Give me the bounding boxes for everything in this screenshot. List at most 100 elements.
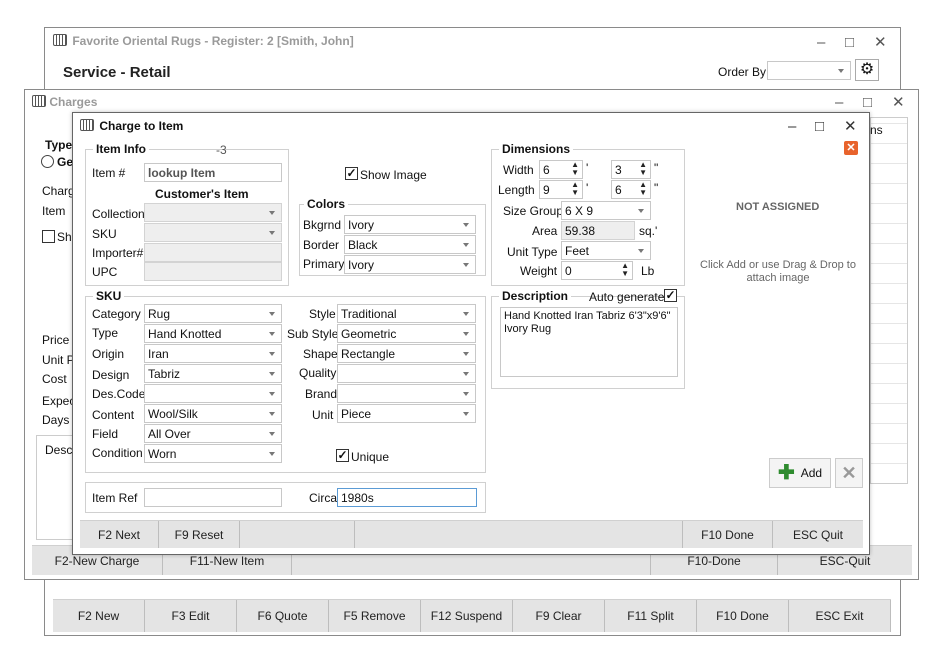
des-code-select[interactable] [144, 384, 282, 403]
show-image-checkbox[interactable]: ✓ [345, 167, 358, 180]
main-footer: F2 New F3 Edit F6 Quote F5 Remove F12 Su… [53, 599, 891, 632]
remove-image-icon[interactable]: ✕ [844, 141, 858, 155]
charges-title-bar: Charges [32, 95, 97, 109]
border-label: Border [303, 238, 340, 252]
minimize-icon[interactable]: – [817, 35, 825, 50]
bkgrnd-select[interactable]: Ivory [344, 215, 476, 234]
image-hint: Click Add or use Drag & Drop to attach i… [700, 259, 856, 284]
category-select[interactable]: Rug [144, 304, 282, 323]
size-group-select[interactable]: 6 X 9 [561, 201, 651, 220]
dialog-close-icon[interactable]: ✕ [844, 119, 857, 134]
f2-new-button[interactable]: F2 New [53, 600, 145, 632]
grid-header-fragment: ns [870, 123, 883, 137]
delete-image-button[interactable]: ✕ [835, 458, 863, 488]
shape-select[interactable]: Rectangle [337, 344, 476, 363]
width-feet-spinner-icon[interactable]: ▲ ▼ [571, 161, 579, 177]
dialog-title-bar: Charge to Item [80, 119, 183, 133]
f5-remove-button[interactable]: F5 Remove [329, 600, 421, 632]
type-radio[interactable] [41, 155, 54, 168]
page-title: Service - Retail [63, 64, 171, 81]
f12-suspend-button[interactable]: F12 Suspend [421, 600, 513, 632]
esc-exit-button[interactable]: ESC Exit [789, 600, 891, 632]
upc-label: UPC [92, 265, 118, 279]
brand-select[interactable] [337, 384, 476, 403]
sub-style-select[interactable]: Geometric [337, 324, 476, 343]
item-ref-label: Item Ref [92, 491, 138, 505]
width-inches-spinner-icon[interactable]: ▲ ▼ [639, 161, 647, 177]
item-no-input[interactable]: lookup Item [144, 163, 282, 182]
cost-label: Cost [42, 372, 67, 386]
charge-to-item-dialog: Charge to Item – □ ✕ Item Info -3 Item #… [72, 112, 870, 555]
type-label: Type [92, 326, 119, 340]
sku-header: SKU [93, 289, 125, 303]
quality-select[interactable] [337, 364, 476, 383]
close-icon[interactable]: ✕ [874, 35, 887, 50]
brand-label: Brand [305, 387, 338, 401]
auto-generate-label: Auto generate [589, 290, 665, 304]
item-ref-input[interactable] [144, 488, 282, 507]
dialog-maximize-icon[interactable]: □ [815, 119, 824, 134]
primary-select[interactable]: Ivory [344, 255, 476, 274]
width-inches-value: 3 [615, 163, 622, 177]
des-code-label: Des.Code [92, 387, 146, 401]
width-feet-input[interactable]: 6 ▲ ▼ [539, 160, 583, 179]
length-inches-spinner-icon[interactable]: ▲ ▼ [639, 181, 647, 197]
unit-label: Unit [312, 408, 334, 422]
description-textarea[interactable]: Hand Knotted Iran Tabriz 6'3"x9'6" Ivory… [500, 307, 678, 377]
settings-gear-icon[interactable]: ⚙ [855, 59, 879, 81]
unit-type-select[interactable]: Feet [561, 241, 651, 260]
collection-select[interactable] [144, 203, 282, 222]
dialog-footer-spacer-2 [355, 521, 683, 548]
f3-edit-button[interactable]: F3 Edit [145, 600, 237, 632]
f2-next-button[interactable]: F2 Next [80, 521, 159, 548]
f11-split-button[interactable]: F11 Split [605, 600, 697, 632]
esc-quit-dialog-button[interactable]: ESC Quit [773, 521, 863, 548]
design-label: Design [92, 368, 130, 382]
charges-close-icon[interactable]: ✕ [892, 95, 905, 110]
field-select[interactable]: All Over [144, 424, 282, 443]
add-label: Add [800, 466, 823, 480]
sku-select[interactable] [144, 223, 282, 242]
length-feet-value: 9 [543, 183, 550, 197]
weight-spinner-icon[interactable]: ▲ ▼ [621, 262, 629, 278]
length-ft-mark: ' [586, 181, 589, 195]
length-inches-input[interactable]: 6 ▲ ▼ [611, 180, 651, 199]
show-checkbox[interactable] [42, 230, 55, 243]
type-label: Type [45, 138, 73, 152]
order-by-select[interactable] [767, 61, 851, 80]
design-select[interactable]: Tabriz [144, 364, 282, 383]
add-image-button[interactable]: ✚ Add [769, 458, 831, 488]
auto-generate-checkbox[interactable]: ✓ [664, 289, 677, 302]
maximize-icon[interactable]: □ [845, 35, 854, 50]
unique-label: Unique [351, 450, 390, 464]
quality-label: Quality [299, 366, 337, 380]
type-select[interactable]: Hand Knotted [144, 324, 282, 343]
order-by-label: Order By [718, 65, 767, 79]
charges-minimize-icon[interactable]: – [835, 95, 843, 110]
width-inches-input[interactable]: 3 ▲ ▼ [611, 160, 651, 179]
f10-done-dialog-button[interactable]: F10 Done [683, 521, 773, 548]
origin-select[interactable]: Iran [144, 344, 282, 363]
f10-done-button[interactable]: F10 Done [697, 600, 789, 632]
f6-quote-button[interactable]: F6 Quote [237, 600, 329, 632]
f9-clear-button[interactable]: F9 Clear [513, 600, 605, 632]
circa-input[interactable]: 1980s [337, 488, 477, 507]
unique-checkbox[interactable]: ✓ [336, 449, 349, 462]
dialog-minimize-icon[interactable]: – [788, 119, 796, 134]
border-select[interactable]: Black [344, 235, 476, 254]
style-select[interactable]: Traditional [337, 304, 476, 323]
importer-label: Importer# [92, 246, 144, 260]
upc-input[interactable] [144, 262, 282, 281]
charges-maximize-icon[interactable]: □ [863, 95, 872, 110]
area-label: Area [532, 224, 558, 238]
unit-select[interactable]: Piece [337, 404, 476, 423]
style-label: Style [309, 307, 336, 321]
length-feet-spinner-icon[interactable]: ▲ ▼ [571, 181, 579, 197]
length-feet-input[interactable]: 9 ▲ ▼ [539, 180, 583, 199]
content-select[interactable]: Wool/Silk [144, 404, 282, 423]
charges-icon [32, 95, 46, 107]
condition-select[interactable]: Worn [144, 444, 282, 463]
importer-input[interactable] [144, 243, 282, 262]
f9-reset-button[interactable]: F9 Reset [159, 521, 240, 548]
weight-input[interactable]: 0 ▲ ▼ [561, 261, 633, 280]
